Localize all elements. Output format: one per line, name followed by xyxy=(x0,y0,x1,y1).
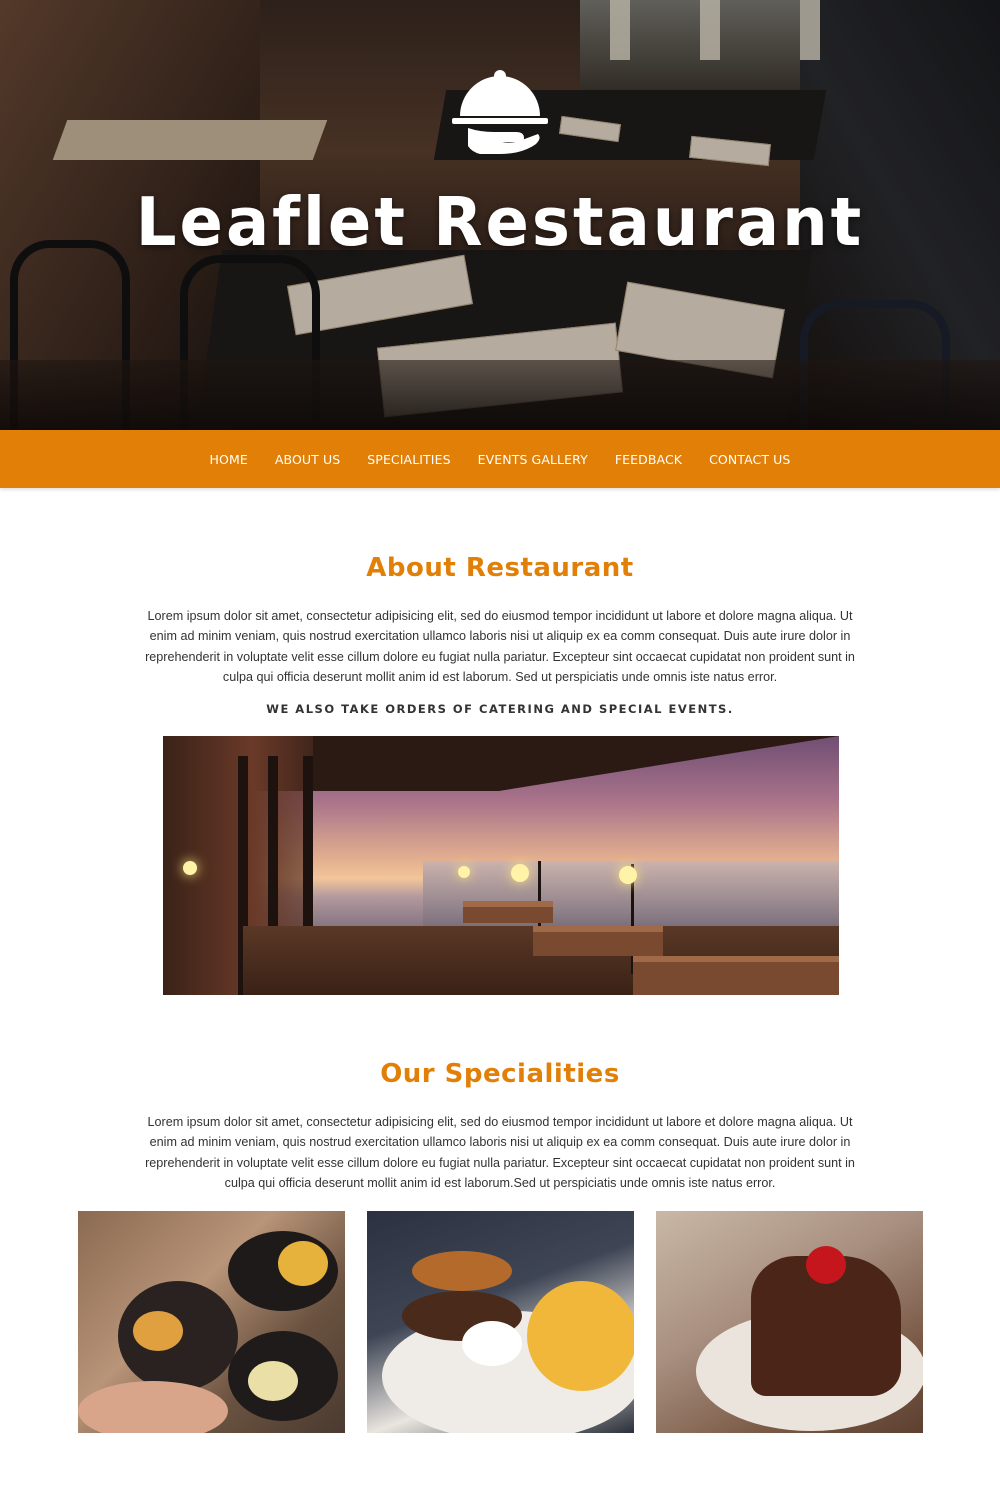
terrace-sofa xyxy=(463,901,553,923)
specialities-text: Lorem ipsum dolor sit amet, consectetur … xyxy=(145,1115,855,1190)
hero-title: Leaflet Restaurant xyxy=(135,184,865,262)
lamp-light xyxy=(458,866,470,878)
strawberry xyxy=(806,1246,846,1284)
nav-item-about-us[interactable]: ABOUT US xyxy=(261,452,353,467)
speciality-image-snacks xyxy=(78,1211,345,1433)
about-title: About Restaurant xyxy=(366,553,634,583)
fries xyxy=(133,1311,183,1351)
hero-banner: Leaflet Restaurant xyxy=(0,0,1000,430)
lamp-light xyxy=(619,866,637,884)
speciality-image-burger xyxy=(367,1211,634,1433)
dip-cup xyxy=(462,1321,522,1366)
nav-item-specialities[interactable]: SPECIALITIES xyxy=(354,452,464,467)
terrace-sofa xyxy=(633,956,839,995)
salad xyxy=(248,1361,298,1401)
about-text: Lorem ipsum dolor sit amet, consectetur … xyxy=(145,609,855,684)
hand xyxy=(78,1381,228,1433)
nav-item-events-gallery[interactable]: EVENTS GALLERY xyxy=(464,452,601,467)
terrace-image xyxy=(163,736,839,995)
terrace-sofa xyxy=(533,926,663,956)
nav-item-contact-us[interactable]: CONTACT US xyxy=(696,452,804,467)
lamp-light xyxy=(511,864,529,882)
nav-item-feedback[interactable]: FEEDBACK xyxy=(601,452,695,467)
nav-item-home[interactable]: HOME xyxy=(196,452,261,467)
lamp-light xyxy=(183,861,197,875)
catering-tagline: WE ALSO TAKE ORDERS OF CATERING AND SPEC… xyxy=(266,702,734,716)
main-nav: HOME ABOUT US SPECIALITIES EVENTS GALLER… xyxy=(0,430,1000,488)
cloche-serving-hand-icon xyxy=(452,70,548,154)
fries xyxy=(527,1281,634,1391)
specialities-title: Our Specialities xyxy=(380,1059,620,1089)
nachos xyxy=(278,1241,328,1286)
burger-bun xyxy=(412,1251,512,1291)
speciality-image-cake xyxy=(656,1211,923,1433)
